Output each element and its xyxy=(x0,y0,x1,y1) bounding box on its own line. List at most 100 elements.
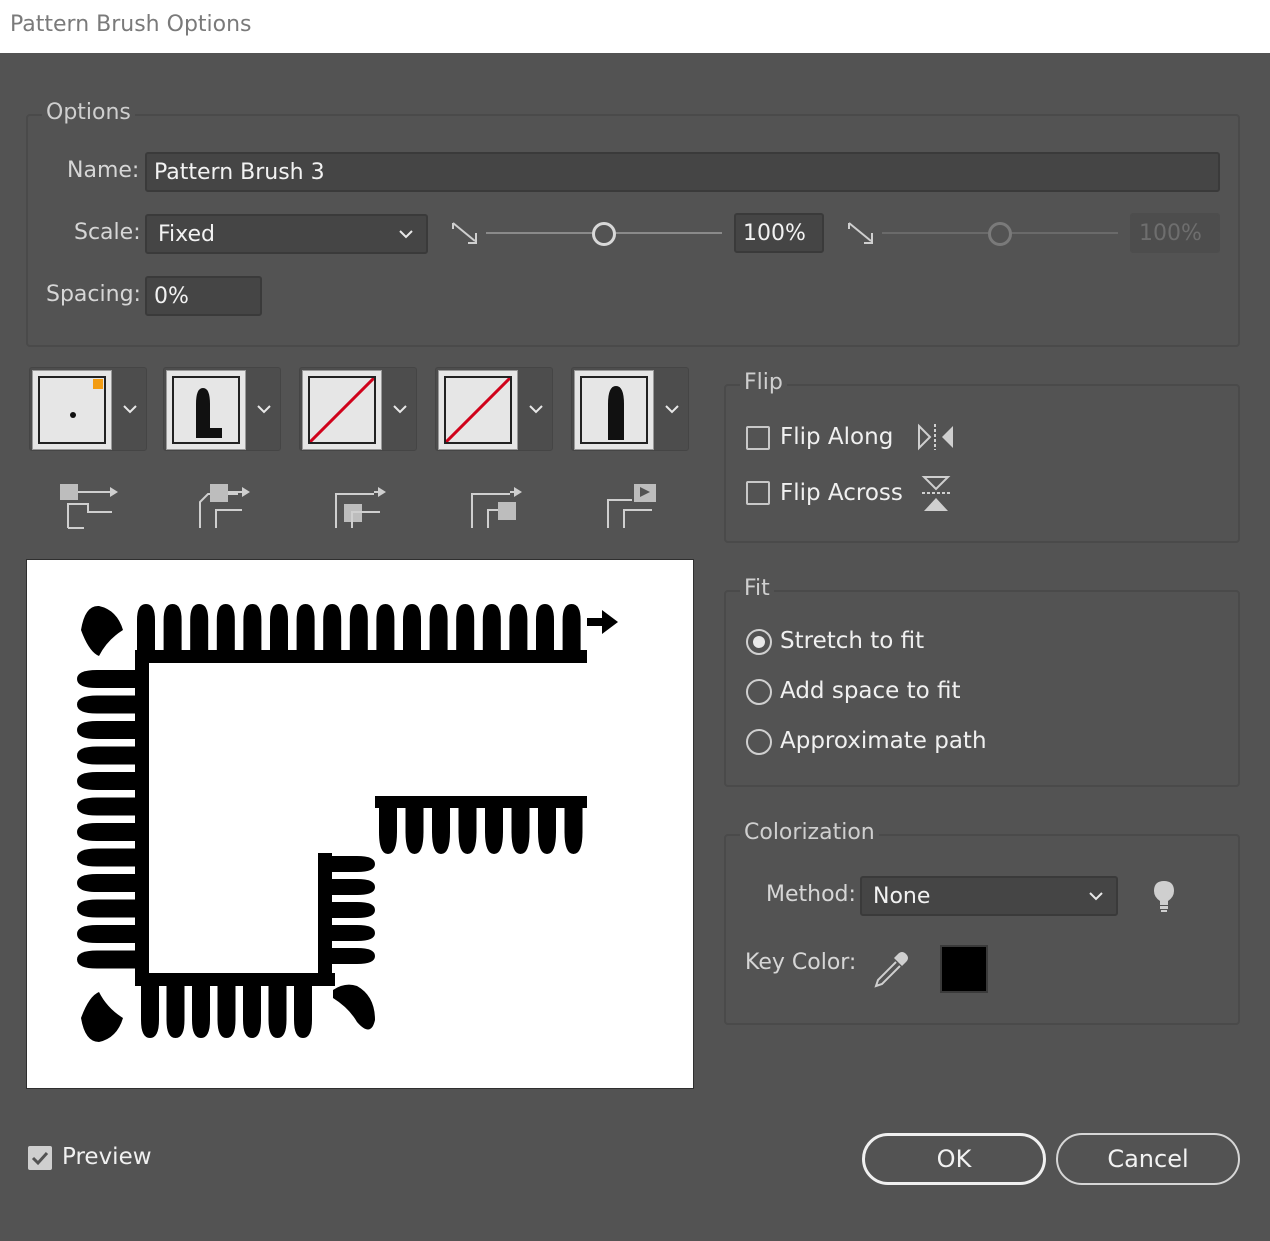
flip-along-label[interactable]: Flip Along xyxy=(780,424,893,450)
scale-dropdown[interactable]: Fixed xyxy=(145,214,428,254)
preview-tooth xyxy=(294,985,312,1038)
scale-max-icon xyxy=(848,222,873,244)
preview-tooth xyxy=(405,807,424,854)
preview-tooth xyxy=(296,604,315,651)
tips-lightbulb-icon[interactable] xyxy=(1152,879,1176,913)
none-slash-icon xyxy=(310,378,374,442)
stretch-to-fit-label[interactable]: Stretch to fit xyxy=(780,628,924,654)
preview-tooth xyxy=(511,807,530,854)
flip-along-icon xyxy=(918,423,953,451)
scale-slider-thumb[interactable] xyxy=(592,222,616,246)
preview-tooth xyxy=(376,604,395,651)
preview-tooth xyxy=(77,823,136,841)
chevron-down-icon xyxy=(257,405,271,414)
scale-dropdown-value: Fixed xyxy=(158,221,216,247)
chevron-down-icon xyxy=(393,405,407,414)
inner-corner-tile-selector[interactable] xyxy=(299,367,417,451)
preview-tooth xyxy=(77,772,136,790)
scale-label: Scale: xyxy=(74,220,141,245)
add-space-to-fit-label[interactable]: Add space to fit xyxy=(780,678,961,704)
flip-across-label[interactable]: Flip Across xyxy=(780,480,903,506)
preview-tooth xyxy=(538,807,556,854)
preview-tooth xyxy=(217,985,236,1038)
outer-corner-tile-swatch xyxy=(166,370,246,450)
preview-tooth xyxy=(77,670,136,688)
outer-corner-tile-selector[interactable] xyxy=(163,367,281,451)
approximate-path-radio[interactable] xyxy=(746,729,772,755)
stretch-to-fit-radio[interactable] xyxy=(746,629,772,655)
add-space-to-fit-radio[interactable] xyxy=(746,679,772,705)
flip-across-icon xyxy=(921,476,951,511)
chevron-down-icon xyxy=(399,230,413,239)
colorization-legend: Colorization xyxy=(740,820,879,845)
preview-tooth xyxy=(77,746,136,765)
method-dropdown-value: None xyxy=(873,883,931,909)
preview-tooth xyxy=(331,856,375,872)
key-color-label: Key Color: xyxy=(745,950,857,975)
end-tile-swatch xyxy=(574,370,654,450)
preview-tooth xyxy=(564,807,583,854)
preview-tooth xyxy=(331,948,375,964)
preview-tooth xyxy=(331,879,375,895)
side-tile-icon xyxy=(60,484,118,529)
key-color-swatch[interactable] xyxy=(940,945,988,993)
preview-checkbox[interactable] xyxy=(28,1146,52,1170)
none-slash-icon xyxy=(446,378,510,442)
tile-corner-marker xyxy=(93,379,103,389)
preview-tooth xyxy=(331,902,375,918)
preview-tooth xyxy=(77,874,136,892)
inner-corner-tile-icon xyxy=(335,487,386,528)
chevron-down-icon xyxy=(123,405,137,414)
preview-tooth xyxy=(268,985,287,1038)
preview-tooth xyxy=(458,807,477,854)
preview-tooth xyxy=(509,604,528,651)
end-tile-icon xyxy=(607,484,656,528)
spacing-label: Spacing: xyxy=(46,282,141,307)
preview-tooth xyxy=(323,604,342,651)
approximate-path-label[interactable]: Approximate path xyxy=(780,728,987,754)
preview-label[interactable]: Preview xyxy=(62,1144,152,1170)
dialog-title: Pattern Brush Options xyxy=(10,12,252,37)
preview-tooth xyxy=(192,985,210,1038)
end-tile-selector[interactable] xyxy=(571,367,689,451)
preview-path xyxy=(77,604,618,1042)
scale-value-field[interactable]: 100% xyxy=(734,213,824,253)
side-tile-swatch xyxy=(32,370,112,450)
chevron-down-icon xyxy=(529,405,543,414)
scale-min-icon xyxy=(452,222,477,244)
tile-dot-icon xyxy=(70,412,76,418)
preview-tooth xyxy=(429,604,448,651)
start-tile-swatch xyxy=(438,370,518,450)
method-dropdown[interactable]: None xyxy=(860,876,1118,916)
preview-tooth xyxy=(562,604,581,651)
preview-tooth xyxy=(216,604,235,651)
eyedropper-icon[interactable] xyxy=(872,950,908,988)
spacing-field[interactable]: 0% xyxy=(145,276,262,316)
start-tile-selector[interactable] xyxy=(435,367,553,451)
name-field[interactable]: Pattern Brush 3 xyxy=(145,152,1220,192)
preview-tooth xyxy=(456,604,475,651)
flip-along-checkbox[interactable] xyxy=(746,426,770,450)
chevron-down-icon xyxy=(665,405,679,414)
preview-tooth xyxy=(141,985,159,1038)
colorization-group xyxy=(724,834,1240,1025)
title-bar: Pattern Brush Options xyxy=(0,0,1270,53)
preview-tooth xyxy=(349,604,368,651)
preview-tooth xyxy=(190,604,209,651)
cancel-button[interactable]: Cancel xyxy=(1056,1133,1240,1185)
flip-across-checkbox[interactable] xyxy=(746,481,770,505)
preview-tooth xyxy=(77,925,136,943)
options-legend: Options xyxy=(42,100,135,125)
side-tile-selector[interactable] xyxy=(29,367,147,451)
brush-preview xyxy=(26,559,694,1089)
preview-tooth xyxy=(163,604,182,651)
preview-tooth xyxy=(77,695,136,714)
preview-tooth xyxy=(536,604,554,651)
ok-button[interactable]: OK xyxy=(862,1133,1046,1185)
fit-legend: Fit xyxy=(740,576,774,601)
pattern-brush-preview-graphic xyxy=(77,604,618,1042)
preview-tooth xyxy=(243,985,261,1038)
preview-tooth xyxy=(432,807,450,854)
preview-tooth xyxy=(482,604,501,651)
preview-tooth xyxy=(77,721,136,739)
